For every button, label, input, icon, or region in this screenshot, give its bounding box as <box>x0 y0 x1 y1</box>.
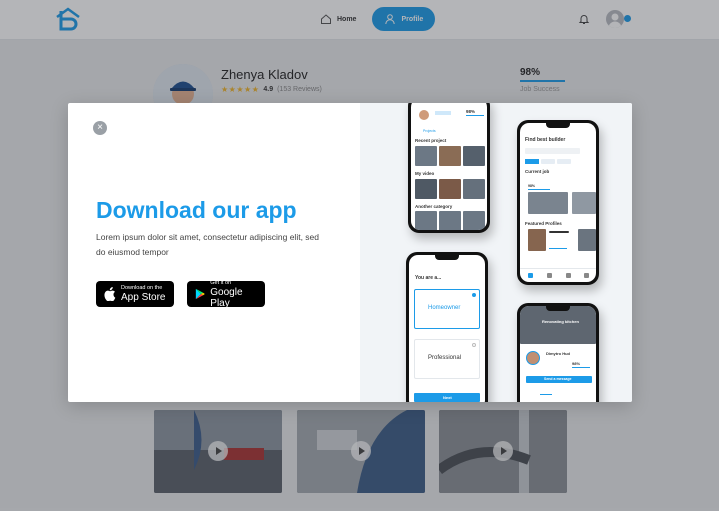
mini-role-heading: You are a... <box>415 275 442 281</box>
google-play-text: Get it on Google Play <box>210 280 257 309</box>
mini-chip <box>541 159 555 164</box>
mini-photo <box>415 146 437 166</box>
mini-nav-icon <box>566 273 571 278</box>
phone-screen: 98% Projects Recent project My video Ano… <box>411 103 487 230</box>
download-app-modal: × Download our app Lorem ipsum dolor sit… <box>68 103 632 402</box>
mini-another-label: Another category <box>415 204 453 209</box>
google-play-small: Get it on <box>210 279 232 286</box>
mini-current-job: Current job <box>525 169 550 174</box>
app-store-button[interactable]: Download on the App Store <box>96 281 174 307</box>
mini-chip <box>525 159 539 164</box>
phone-notch <box>546 123 570 128</box>
mini-progress <box>466 115 484 116</box>
mini-radio <box>472 343 476 347</box>
mini-search <box>525 148 580 154</box>
modal-title: Download our app <box>96 197 297 223</box>
mini-worker-avatar <box>526 351 540 365</box>
mini-homeowner-card: Homeowner <box>414 289 480 329</box>
mini-tab-indicator <box>540 394 552 395</box>
mini-job-photo <box>528 192 568 214</box>
mini-photo <box>463 146 485 166</box>
phone-notch <box>435 255 459 260</box>
mini-message-label: Send a message <box>544 377 572 381</box>
mini-chip <box>557 159 571 164</box>
mini-nav-icon <box>584 273 589 278</box>
mini-job-photo <box>572 192 596 214</box>
mini-photo <box>463 179 485 199</box>
mini-photo <box>463 211 485 230</box>
mini-recent-label: Recent project <box>415 138 447 143</box>
phone-mockup-profile: 98% Projects Recent project My video Ano… <box>408 103 490 233</box>
mini-progress <box>572 367 590 368</box>
mini-header: Renovating kitchen <box>542 319 579 324</box>
close-icon: × <box>97 122 103 133</box>
app-store-big: App Store <box>121 292 166 303</box>
close-modal-button[interactable]: × <box>93 121 107 135</box>
google-play-icon <box>195 288 205 300</box>
mini-next-label: Next <box>443 395 452 400</box>
mini-progress <box>549 248 567 249</box>
mini-pct: 98% <box>466 109 476 114</box>
google-play-button[interactable]: Get it on Google Play <box>187 280 265 309</box>
mini-professional-card: Professional <box>414 339 480 379</box>
modal-description: Lorem ipsum dolor sit amet, consectetur … <box>96 232 319 257</box>
mini-photo <box>415 179 437 199</box>
mini-tab: Projects <box>423 129 436 133</box>
mini-home-icon <box>528 273 533 278</box>
phone-mockup-role-select: You are a... Homeowner Professional Next <box>406 252 488 402</box>
mini-photo <box>439 211 461 230</box>
phone-screen: You are a... Homeowner Professional Next <box>409 255 485 402</box>
mini-radio-checked <box>472 293 476 297</box>
app-store-text: Download on the App Store <box>121 285 165 303</box>
google-play-big: Google Play <box>210 286 243 309</box>
mini-videos-label: My video <box>415 171 435 176</box>
mini-profile-photo <box>528 229 546 251</box>
mini-worker-name: Dimytro Hud <box>546 351 570 356</box>
mini-profile-photo <box>578 229 596 251</box>
phone-mockup-worker: Renovating kitchen Dimytro Hud 98% Send … <box>517 303 599 402</box>
app-store-small: Download on the <box>121 285 163 291</box>
mini-tabbar-divider <box>520 268 596 269</box>
mini-featured: Featured Profiles <box>525 221 562 226</box>
mini-cover-photo <box>520 306 596 344</box>
mini-professional: Professional <box>428 355 462 361</box>
mini-progress <box>528 189 550 190</box>
apple-icon <box>104 287 116 301</box>
mini-photo <box>439 146 461 166</box>
mini-find-title: Find best builder <box>525 137 566 143</box>
app-preview-area: 98% Projects Recent project My video Ano… <box>360 103 632 402</box>
mini-photo <box>415 211 437 230</box>
mini-job-pct: 98% <box>528 184 536 188</box>
mini-photo <box>439 179 461 199</box>
mini-badge <box>435 111 451 115</box>
mini-homeowner: Homeowner <box>428 305 461 311</box>
phone-screen: Find best builder Current job 98% Featur… <box>520 123 596 282</box>
phone-notch <box>546 306 570 311</box>
mini-nav-icon <box>547 273 552 278</box>
mini-avatar <box>419 110 429 120</box>
phone-screen: Renovating kitchen Dimytro Hud 98% Send … <box>520 306 596 402</box>
mini-worker-pct: 98% <box>572 361 581 366</box>
phone-mockup-find-builder: Find best builder Current job 98% Featur… <box>517 120 599 285</box>
mini-line <box>549 231 569 233</box>
